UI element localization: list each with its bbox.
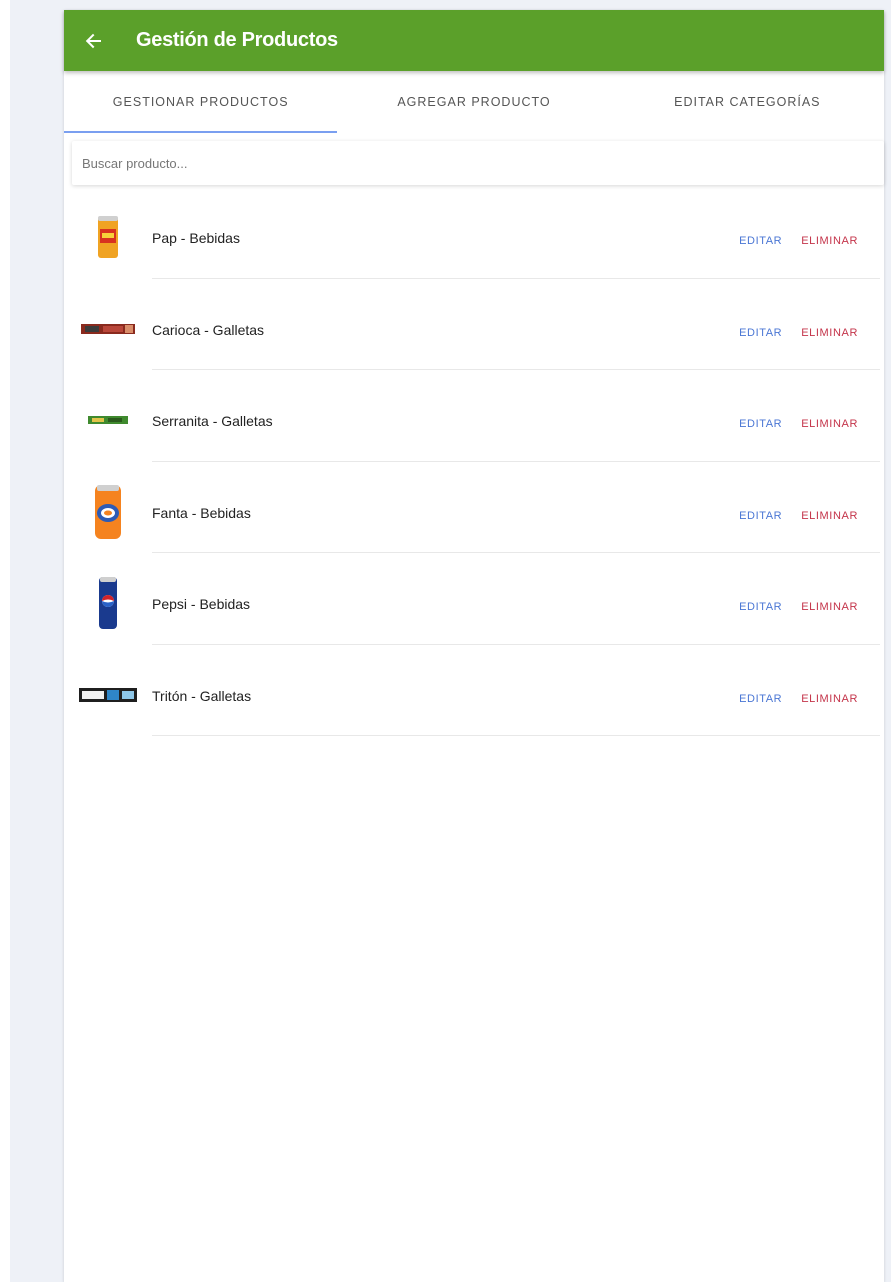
product-image <box>78 484 138 539</box>
tab-agregar-producto[interactable]: AGREGAR PRODUCTO <box>337 71 610 133</box>
tab-editar-categorias[interactable]: EDITAR CATEGORÍAS <box>611 71 884 133</box>
edit-button[interactable]: EDITAR <box>739 693 782 705</box>
edit-button[interactable]: EDITAR <box>739 327 782 339</box>
product-name: Fanta - Bebidas <box>152 504 251 521</box>
tab-bar: GESTIONAR PRODUCTOS AGREGAR PRODUCTO EDI… <box>64 71 884 133</box>
list-item: Fanta - Bebidas EDITAR ELIMINAR <box>64 462 884 553</box>
divider <box>152 735 880 736</box>
list-item: Tritón - Galletas EDITAR ELIMINAR <box>64 645 884 736</box>
arrow-left-icon <box>85 33 101 48</box>
delete-button[interactable]: ELIMINAR <box>801 327 858 339</box>
list-item: Serranita - Galletas EDITAR ELIMINAR <box>64 370 884 462</box>
search-input[interactable] <box>72 141 884 185</box>
product-name: Carioca - Galletas <box>152 321 265 338</box>
products-panel: Gestión de Productos GESTIONAR PRODUCTOS… <box>64 10 884 1282</box>
back-button[interactable] <box>83 31 103 51</box>
row-actions: EDITAR ELIMINAR <box>739 235 858 247</box>
product-image <box>78 395 138 445</box>
page-title: Gestión de Productos <box>136 29 338 51</box>
edit-button[interactable]: EDITAR <box>739 601 782 613</box>
row-actions: EDITAR ELIMINAR <box>739 601 858 613</box>
product-name: Tritón - Galletas <box>152 687 252 704</box>
delete-button[interactable]: ELIMINAR <box>801 418 858 430</box>
edit-button[interactable]: EDITAR <box>739 510 782 522</box>
row-actions: EDITAR ELIMINAR <box>739 418 858 430</box>
delete-button[interactable]: ELIMINAR <box>801 510 858 522</box>
product-image <box>78 304 138 354</box>
delete-button[interactable]: ELIMINAR <box>801 235 858 247</box>
product-list: Pap - Bebidas EDITAR ELIMINAR Carioca - … <box>64 187 884 736</box>
product-name: Serranita - Galletas <box>152 413 273 429</box>
tab-gestionar-productos[interactable]: GESTIONAR PRODUCTOS <box>64 71 338 133</box>
delete-button[interactable]: ELIMINAR <box>801 601 858 613</box>
app-bar: Gestión de Productos <box>64 10 884 71</box>
product-image <box>78 670 138 720</box>
product-name: Pap - Bebidas <box>152 230 240 246</box>
product-name: Pepsi - Bebidas <box>152 596 251 612</box>
row-actions: EDITAR ELIMINAR <box>739 510 858 522</box>
product-image <box>78 212 138 262</box>
product-image <box>78 577 138 629</box>
list-item: Pap - Bebidas EDITAR ELIMINAR <box>64 187 884 279</box>
list-item: Carioca - Galletas EDITAR ELIMINAR <box>64 279 884 370</box>
edit-button[interactable]: EDITAR <box>739 418 782 430</box>
list-item: Pepsi - Bebidas EDITAR ELIMINAR <box>64 553 884 645</box>
edit-button[interactable]: EDITAR <box>739 235 782 247</box>
row-actions: EDITAR ELIMINAR <box>739 327 858 339</box>
row-actions: EDITAR ELIMINAR <box>739 693 858 705</box>
delete-button[interactable]: ELIMINAR <box>801 693 858 705</box>
left-edge <box>0 0 10 1282</box>
